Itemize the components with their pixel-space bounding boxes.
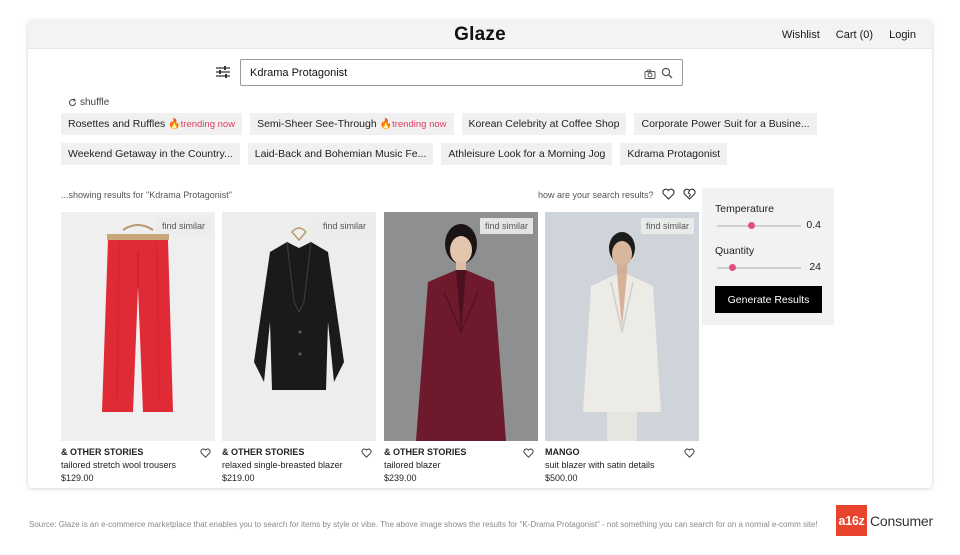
heart-icon[interactable] — [662, 188, 675, 202]
product-name[interactable]: relaxed single-breasted blazer — [222, 460, 376, 470]
quantity-value: 24 — [809, 261, 821, 273]
quantity-slider[interactable] — [717, 264, 801, 271]
product-image-burgundy-blazer[interactable]: find similar — [384, 212, 538, 441]
temperature-slider-handle[interactable] — [747, 222, 755, 229]
chip-laid-back-bohemian[interactable]: Laid-Back and Bohemian Music Fe... — [247, 143, 434, 165]
a16z-logo-box: a16z — [836, 505, 867, 536]
quantity-label: Quantity — [715, 245, 755, 257]
chip-korean-celebrity[interactable]: Korean Celebrity at Coffee Shop — [461, 113, 627, 135]
product-card[interactable]: find similar & OTHER STORIES relaxed sin… — [222, 212, 376, 483]
feedback-label: how are your search results? — [538, 190, 654, 200]
product-card[interactable]: find similar & OTHER STORIES tailored bl… — [384, 212, 538, 483]
trending-badge: trending now — [392, 119, 447, 130]
nav-wishlist[interactable]: Wishlist — [782, 29, 820, 41]
chip-label: Corporate Power Suit for a Busine... — [641, 118, 810, 130]
temperature-value: 0.4 — [806, 219, 821, 231]
chip-semi-sheer[interactable]: Semi-Sheer See-Through 🔥trending now — [250, 113, 454, 135]
chip-label: Kdrama Protagonist — [627, 148, 721, 160]
find-similar-button[interactable]: find similar — [479, 218, 533, 234]
generation-settings-panel: Temperature 0.4 Quantity 24 Generate Res… — [702, 188, 834, 325]
product-price: $500.00 — [545, 473, 578, 483]
chip-rosettes-and-ruffles[interactable]: Rosettes and Ruffles 🔥trending now — [61, 113, 243, 135]
product-brand: & OTHER STORIES — [61, 447, 144, 457]
search-bar — [240, 59, 683, 86]
find-similar-button[interactable]: find similar — [640, 218, 694, 234]
chip-kdrama-protagonist[interactable]: Kdrama Protagonist — [620, 143, 728, 165]
fire-icon: 🔥 — [379, 119, 393, 130]
chip-label: Rosettes and Ruffles — [68, 118, 166, 130]
a16z-consumer-logo: a16z Consumer — [836, 505, 933, 536]
product-brand: & OTHER STORIES — [384, 447, 467, 457]
browser-window: Glaze Wishlist Cart (0) Login Kdrama Pro… — [28, 21, 932, 488]
chip-corporate-power-suit[interactable]: Corporate Power Suit for a Busine... — [634, 113, 817, 135]
chip-weekend-getaway[interactable]: Weekend Getaway in the Country... — [61, 143, 240, 165]
results-label: ...showing results for "Kdrama Protagoni… — [61, 190, 232, 200]
chip-label: Semi-Sheer See-Through — [257, 118, 377, 130]
product-image-black-blazer[interactable]: find similar — [222, 212, 376, 441]
search-feedback: how are your search results? — [538, 188, 696, 202]
top-nav: Wishlist Cart (0) Login — [782, 29, 916, 41]
chip-athleisure[interactable]: Athleisure Look for a Morning Jog — [441, 143, 613, 165]
search-icon[interactable] — [661, 66, 673, 84]
chip-label: Athleisure Look for a Morning Jog — [448, 148, 606, 160]
nav-cart[interactable]: Cart (0) — [836, 29, 873, 41]
find-similar-button[interactable]: find similar — [317, 218, 371, 234]
source-note: Source: Glaze is an e-commerce marketpla… — [29, 520, 818, 529]
search-input[interactable] — [250, 65, 630, 81]
find-similar-button[interactable]: find similar — [156, 218, 210, 234]
product-card[interactable]: find similar & OTHER STORIES tailored st… — [61, 212, 215, 483]
fire-icon: 🔥 — [168, 119, 181, 130]
product-name[interactable]: suit blazer with satin details — [545, 460, 699, 470]
a16z-consumer-word: Consumer — [870, 512, 933, 529]
product-name[interactable]: tailored blazer — [384, 460, 538, 470]
filter-sliders-icon[interactable] — [215, 65, 231, 79]
temperature-slider[interactable] — [717, 222, 801, 229]
product-image-white-blazer[interactable]: find similar — [545, 212, 699, 441]
wishlist-heart-icon[interactable] — [361, 445, 372, 463]
product-price: $129.00 — [61, 473, 94, 483]
nav-login[interactable]: Login — [889, 29, 916, 41]
chip-label: Weekend Getaway in the Country... — [68, 148, 233, 160]
wishlist-heart-icon[interactable] — [684, 445, 695, 463]
refresh-icon — [69, 98, 77, 106]
top-bar: Glaze Wishlist Cart (0) Login — [28, 21, 932, 49]
product-price: $239.00 — [384, 473, 417, 483]
shuffle-button[interactable]: shuffle — [68, 97, 109, 108]
broken-heart-icon[interactable] — [683, 188, 696, 202]
chip-label: Korean Celebrity at Coffee Shop — [468, 118, 620, 130]
temperature-label: Temperature — [715, 203, 774, 215]
camera-icon[interactable] — [644, 67, 656, 85]
product-brand: MANGO — [545, 447, 580, 457]
shuffle-label: shuffle — [80, 97, 110, 108]
product-price: $219.00 — [222, 473, 255, 483]
quantity-slider-handle[interactable] — [729, 264, 737, 271]
wishlist-heart-icon[interactable] — [200, 445, 211, 463]
product-brand: & OTHER STORIES — [222, 447, 305, 457]
wishlist-heart-icon[interactable] — [523, 445, 534, 463]
product-card[interactable]: find similar MANGO suit blazer with sati… — [545, 212, 699, 483]
chip-label: Laid-Back and Bohemian Music Fe... — [254, 148, 427, 160]
vibe-chips: Rosettes and Ruffles 🔥trending now Semi-… — [61, 113, 821, 173]
product-name[interactable]: tailored stretch wool trousers — [61, 460, 215, 470]
product-image-trousers[interactable]: find similar — [61, 212, 215, 441]
trending-badge: trending now — [180, 119, 236, 130]
generate-results-button[interactable]: Generate Results — [715, 286, 822, 313]
